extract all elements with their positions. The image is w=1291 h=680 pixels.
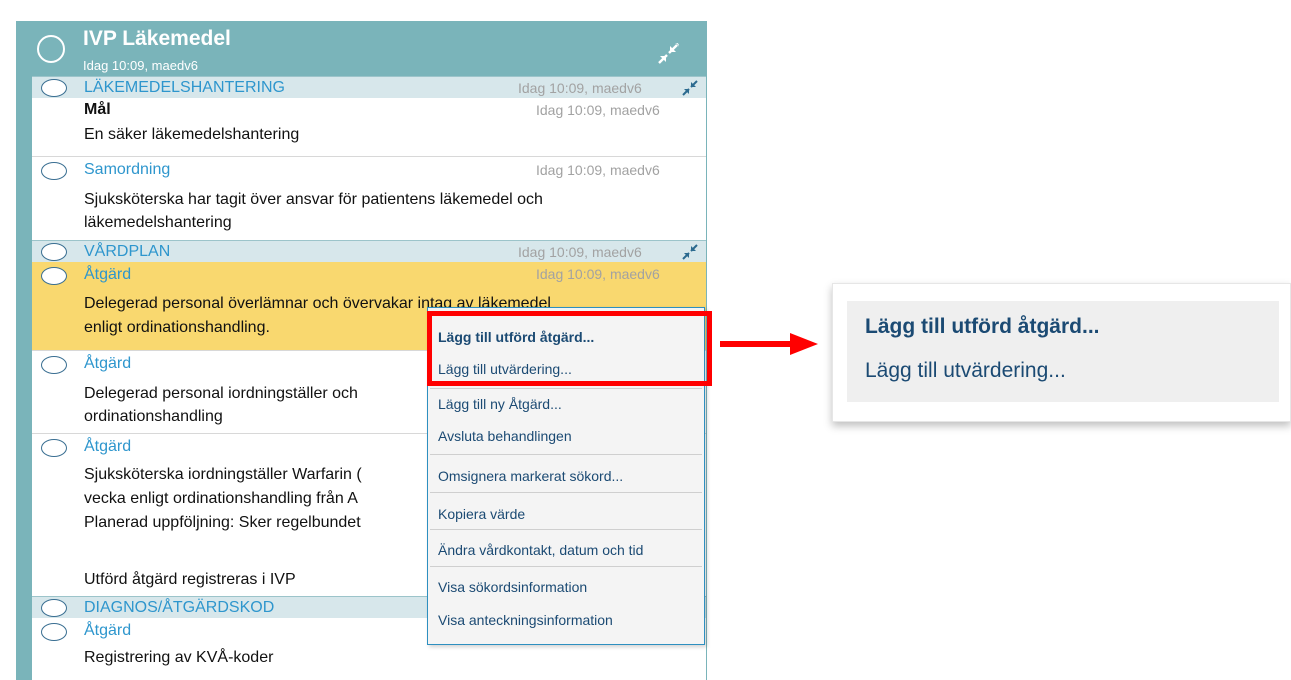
entry-label[interactable]: Åtgärd bbox=[84, 622, 131, 640]
zoom-item-add-evaluation: Lägg till utvärdering... bbox=[865, 359, 1066, 382]
highlight-callout-box bbox=[427, 311, 712, 386]
menu-divider bbox=[430, 492, 702, 493]
menu-item-end-treatment[interactable]: Avsluta behandlingen bbox=[438, 428, 572, 444]
panel-meta: Idag 10:09, maedv6 bbox=[83, 58, 198, 73]
panel-header[interactable]: IVP Läkemedel Idag 10:09, maedv6 bbox=[16, 21, 707, 76]
select-circle[interactable] bbox=[41, 243, 67, 261]
zoomed-menu: Lägg till utförd åtgärd... Lägg till utv… bbox=[847, 301, 1279, 402]
collapse-arrows-icon[interactable] bbox=[682, 80, 698, 96]
arrow-right-icon bbox=[720, 333, 818, 355]
menu-item-change-care-contact[interactable]: Ändra vårdkontakt, datum och tid bbox=[438, 542, 643, 558]
select-circle[interactable] bbox=[41, 439, 67, 457]
menu-item-show-note-info[interactable]: Visa anteckningsinformation bbox=[438, 612, 613, 628]
menu-divider bbox=[430, 529, 702, 530]
entry-label: Mål bbox=[84, 101, 111, 118]
entry-meta: Idag 10:09, maedv6 bbox=[536, 102, 660, 118]
section-header-lakemedelshantering[interactable]: LÄKEMEDELSHANTERING Idag 10:09, maedv6 bbox=[32, 76, 706, 98]
entry-text: Registrering av KVÅ-koder bbox=[84, 649, 274, 666]
section-title: VÅRDPLAN bbox=[84, 243, 171, 260]
panel-title: IVP Läkemedel bbox=[83, 27, 231, 50]
entry-label[interactable]: Åtgärd bbox=[84, 355, 131, 373]
entry-text: enligt ordinationshandling. bbox=[84, 319, 270, 336]
entry-text: En säker läkemedelshantering bbox=[84, 126, 300, 143]
section-meta: Idag 10:09, maedv6 bbox=[518, 80, 642, 96]
zoom-item-add-performed-action: Lägg till utförd åtgärd... bbox=[865, 315, 1100, 338]
entry-meta: Idag 10:09, maedv6 bbox=[536, 162, 660, 178]
entry-text: Sjuksköterska har tagit över ansvar för … bbox=[84, 191, 543, 208]
menu-item-resign-keyword[interactable]: Omsignera markerat sökord... bbox=[438, 468, 623, 484]
section-header-vardplan[interactable]: VÅRDPLAN Idag 10:09, maedv6 bbox=[32, 240, 706, 262]
menu-divider bbox=[430, 566, 702, 567]
entry-label[interactable]: Åtgärd bbox=[84, 438, 131, 456]
collapse-arrows-icon[interactable] bbox=[682, 244, 698, 260]
select-circle[interactable] bbox=[37, 35, 65, 63]
menu-divider bbox=[430, 388, 702, 389]
menu-divider bbox=[430, 454, 702, 455]
list-item[interactable]: Samordning Idag 10:09, maedv6 Sjuksköter… bbox=[32, 156, 706, 240]
select-circle[interactable] bbox=[41, 599, 67, 617]
list-item[interactable]: Mål Idag 10:09, maedv6 En säker läkemede… bbox=[32, 98, 706, 156]
entry-text: vecka enligt ordinationshandling från A bbox=[84, 490, 358, 507]
entry-text: Planerad uppföljning: Sker regelbundet bbox=[84, 514, 361, 531]
section-title: LÄKEMEDELSHANTERING bbox=[84, 79, 285, 96]
select-circle[interactable] bbox=[41, 79, 67, 97]
entry-label[interactable]: Samordning bbox=[84, 161, 170, 179]
entry-text: Utförd åtgärd registreras i IVP bbox=[84, 571, 296, 588]
entry-meta: Idag 10:09, maedv6 bbox=[536, 266, 660, 282]
menu-item-copy-value[interactable]: Kopiera värde bbox=[438, 506, 525, 522]
entry-label[interactable]: Åtgärd bbox=[84, 266, 131, 284]
entry-text: läkemedelshantering bbox=[84, 214, 232, 231]
zoomed-menu-callout: Lägg till utförd åtgärd... Lägg till utv… bbox=[832, 283, 1291, 422]
menu-item-show-keyword-info[interactable]: Visa sökordsinformation bbox=[438, 579, 587, 595]
section-title: DIAGNOS/ÅTGÄRDSKOD bbox=[84, 599, 275, 616]
menu-item-add-new-action[interactable]: Lägg till ny Åtgärd... bbox=[438, 396, 562, 412]
select-circle[interactable] bbox=[41, 267, 67, 285]
entry-text: Sjuksköterska iordningställer Warfarin ( bbox=[84, 466, 362, 483]
entry-text: ordinationshandling bbox=[84, 408, 223, 425]
select-circle[interactable] bbox=[41, 162, 67, 180]
entry-text: Delegerad personal iordningställer och bbox=[84, 385, 358, 402]
section-meta: Idag 10:09, maedv6 bbox=[518, 244, 642, 260]
select-circle[interactable] bbox=[41, 623, 67, 641]
collapse-arrows-icon[interactable] bbox=[657, 43, 679, 65]
select-circle[interactable] bbox=[41, 356, 67, 374]
